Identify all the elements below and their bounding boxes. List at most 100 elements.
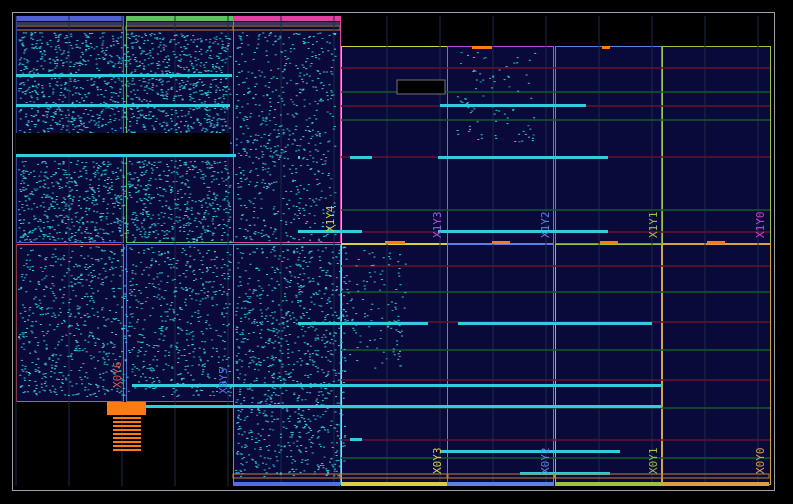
placed-cell (325, 470, 328, 472)
placed-cell (51, 276, 54, 278)
placed-cell (209, 92, 212, 93)
placed-cell (71, 117, 74, 119)
placed-cell (186, 261, 189, 262)
placed-cell (119, 169, 122, 171)
placed-cell (325, 356, 328, 358)
placed-cell (202, 256, 205, 258)
placed-cell (258, 269, 261, 271)
placed-cell (104, 263, 107, 265)
placed-cell (25, 67, 28, 69)
placed-cell (216, 256, 218, 258)
placed-cell (151, 125, 154, 127)
placed-cell (129, 285, 132, 287)
placed-cell (65, 177, 68, 179)
placed-cell (28, 309, 31, 311)
placed-cell (323, 446, 325, 448)
placed-cell (265, 257, 268, 259)
placed-cell (72, 290, 75, 292)
placed-cell (150, 70, 153, 72)
placed-cell (297, 191, 300, 193)
placed-cell (142, 367, 145, 369)
placed-cell (22, 279, 25, 281)
placed-cell (158, 218, 161, 220)
placed-cell (289, 48, 292, 50)
placed-cell (227, 172, 229, 174)
placed-cell (102, 200, 105, 202)
placed-cell (87, 37, 90, 39)
placed-cell (200, 123, 203, 125)
placed-cell (19, 219, 22, 221)
placed-cell (253, 232, 256, 234)
placed-cell (98, 390, 100, 392)
placed-cell (206, 49, 209, 51)
placed-cell (139, 231, 142, 233)
placed-cell (151, 377, 154, 379)
placed-cell (227, 357, 230, 359)
placed-cell (46, 128, 49, 130)
placed-cell (209, 86, 212, 88)
placed-cell (190, 97, 193, 99)
placed-cell (101, 44, 104, 46)
placed-cell (258, 285, 261, 287)
placed-cell (31, 47, 34, 49)
placed-cell (244, 270, 247, 272)
placed-cell (110, 389, 113, 391)
placed-cell (318, 443, 321, 445)
placed-cell (157, 294, 160, 296)
placed-cell (192, 66, 195, 68)
placed-cell (91, 275, 94, 277)
device-floorplan-canvas[interactable] (0, 0, 793, 504)
placed-cell (185, 333, 188, 335)
placed-cell (277, 102, 280, 103)
placed-cell (285, 300, 288, 302)
placed-cell (97, 117, 100, 119)
placed-cell (58, 47, 61, 49)
placed-cell (302, 81, 305, 83)
placed-cell (191, 344, 194, 346)
placed-cell (173, 53, 176, 55)
placed-cell (205, 51, 208, 53)
placed-cell (123, 335, 126, 337)
placed-cell (144, 206, 147, 208)
placed-cell (149, 100, 152, 102)
placed-cell (69, 190, 72, 192)
placed-cell (148, 111, 151, 113)
placed-cell (106, 179, 109, 180)
placed-cell (159, 272, 161, 274)
placed-cell (79, 120, 82, 122)
placed-cell (281, 51, 283, 53)
placed-cell (182, 383, 185, 384)
placed-cell (107, 107, 110, 109)
placed-cell (95, 396, 98, 397)
placed-cell (215, 38, 218, 40)
placed-cell (295, 95, 298, 97)
placed-cell (198, 221, 201, 223)
placed-cell (310, 205, 313, 207)
placed-cell (212, 175, 215, 177)
placed-cell (330, 71, 333, 73)
placed-cell (187, 372, 189, 374)
placed-cell (240, 205, 243, 207)
placed-cell (247, 87, 250, 89)
placed-cell (26, 195, 29, 197)
placed-cell (330, 350, 333, 352)
placed-cell (262, 234, 265, 236)
placed-cell (221, 48, 223, 50)
placed-cell (162, 44, 165, 46)
placed-cell (200, 206, 203, 208)
placed-cell (41, 87, 44, 89)
placed-cell (122, 216, 125, 218)
placed-cell (117, 220, 119, 222)
placed-cell (178, 319, 181, 321)
placed-cell (274, 35, 277, 37)
placed-cell (111, 61, 114, 63)
placed-cell (214, 79, 216, 80)
placed-cell (236, 267, 239, 269)
placed-cell (177, 221, 180, 223)
placed-cell (63, 216, 66, 218)
placed-cell (136, 229, 139, 231)
device-floorplan-view[interactable]: X0Y6 X0Y5 X1Y4 X1Y3 X1Y2 X1Y1 X1Y0 X0Y3 … (0, 0, 793, 504)
placed-cell (272, 374, 275, 376)
placed-cell (32, 270, 34, 271)
placed-cell (243, 236, 245, 237)
